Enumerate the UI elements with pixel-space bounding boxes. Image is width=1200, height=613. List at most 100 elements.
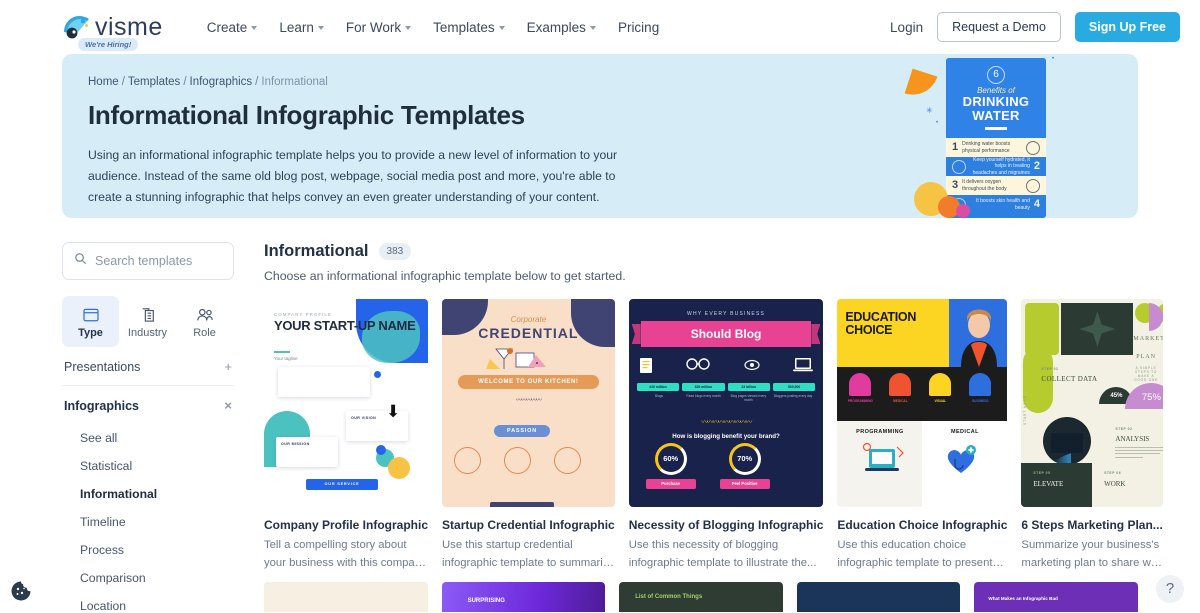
placeholder-lines — [548, 477, 588, 495]
template-card-row2-2[interactable]: SURPRISING — [441, 582, 606, 612]
benefit-number: 1 — [952, 140, 959, 153]
filter-tab-industry[interactable]: Industry — [119, 296, 176, 347]
sidebar-item-see-all[interactable]: See all — [62, 424, 234, 452]
filter-tab-type-label: Type — [78, 327, 103, 339]
template-thumbnail[interactable] — [264, 582, 428, 612]
nav-item-pricing[interactable]: Pricing — [618, 20, 659, 35]
thumb-headline: CREDENTIAL — [478, 325, 579, 341]
chevron-down-icon — [317, 26, 324, 30]
filter-sidebar: Type Industry Role — [62, 242, 234, 613]
placeholder-lines — [1115, 447, 1163, 458]
sidebar-item-informational[interactable]: Informational — [62, 480, 234, 508]
sparkle-icon: • — [1052, 56, 1055, 62]
breadcrumb-item-home[interactable]: Home — [88, 76, 119, 88]
template-card-row2-5[interactable]: What Makes an Infographic Bad — [974, 582, 1138, 612]
template-thumbnail[interactable]: Corporate CREDENTIAL WELCOME TO OUR KITC… — [442, 299, 615, 507]
template-card-necessity-of-blogging[interactable]: WHY EVERY BUSINESS Should Blog 440 milli… — [628, 299, 824, 572]
breadcrumb-separator: / — [255, 76, 259, 88]
template-thumbnail[interactable]: MARKETING PLAN A SIMPLE STEPS TO MAKE A … — [1021, 299, 1163, 507]
template-card-row2-1[interactable] — [264, 582, 428, 612]
sidebar-item-location[interactable]: Location — [62, 592, 234, 613]
benefit-number: 3 — [952, 178, 959, 191]
chevron-down-icon — [589, 26, 596, 30]
donut-chart-1: 60% — [654, 443, 687, 475]
visme-logo[interactable]: visme We're Hiring! — [62, 14, 163, 51]
nav-item-create-label: Create — [206, 19, 248, 35]
search-templates-box[interactable] — [62, 242, 234, 280]
bottle-icon — [504, 447, 532, 474]
thumb-subtitle: A SIMPLE STEPS TO MAKE A GOOD ONE — [1134, 366, 1159, 382]
template-title: Education Choice Infographic — [837, 518, 1008, 532]
breadcrumb: Home / Templates / Infographics / Informationa… — [88, 76, 636, 88]
template-thumbnail[interactable]: WHY EVERY BUSINESS Should Blog 440 milli… — [628, 299, 824, 507]
template-thumbnail[interactable]: What Makes an Infographic Bad — [974, 582, 1138, 612]
sidebar-item-timeline[interactable]: Timeline — [62, 508, 234, 536]
template-title: Startup Credential Infographic — [442, 518, 615, 532]
benefit-number: 4 — [1033, 197, 1040, 210]
dashboard-photo — [1043, 417, 1092, 465]
hiring-badge[interactable]: We're Hiring! — [78, 38, 139, 51]
cookie-settings-button[interactable] — [9, 579, 33, 603]
sidebar-section-presentations[interactable]: Presentations + — [62, 347, 234, 386]
breadcrumb-item-templates[interactable]: Templates — [128, 76, 180, 88]
building-icon — [119, 305, 176, 324]
filter-tab-type[interactable]: Type — [62, 296, 119, 347]
nav-item-examples[interactable]: Examples — [527, 20, 596, 35]
pct-light: 75% — [1125, 383, 1163, 409]
nav-item-learn[interactable]: Learn — [279, 20, 324, 35]
step-label-3: STEP 05 — [1033, 471, 1051, 475]
template-thumbnail[interactable] — [796, 582, 961, 612]
thumb-eyebrow: Corporate — [510, 315, 547, 324]
sidebar-item-comparison[interactable]: Comparison — [62, 564, 234, 592]
filter-tab-role-label: Role — [193, 327, 216, 339]
login-link[interactable]: Login — [890, 20, 923, 35]
filter-tab-role[interactable]: Role — [176, 296, 233, 347]
visme-logo-icon — [62, 14, 90, 40]
templates-main-panel: Informational 383 Choose an informationa… — [264, 242, 1163, 613]
nav-item-templates[interactable]: Templates — [433, 20, 505, 35]
template-card-startup-credential[interactable]: Corporate CREDENTIAL WELCOME TO OUR KITC… — [442, 299, 615, 572]
help-button[interactable]: ? — [1156, 575, 1184, 603]
placeholder-lines — [458, 403, 599, 421]
benefit-text: Keep yourself hydrated, it helps in trea… — [972, 157, 1030, 176]
template-title: Necessity of Blogging Infographic — [628, 518, 824, 532]
templates-grid: COMPANY PROFILE YOUR START-UP NAME Your … — [264, 299, 1163, 572]
decor-dot — [388, 457, 410, 479]
thumb-mission-label: OUR MISSION — [281, 442, 310, 446]
nav-item-for-work[interactable]: For Work — [346, 20, 412, 35]
close-icon[interactable]: × — [224, 398, 232, 413]
benefit-row-3: 3 It delivers oxygen throughout the body — [946, 176, 1046, 195]
placeholder-lines — [448, 477, 488, 495]
template-thumbnail[interactable]: EDUCATION CHOICE PROGRAMMING MEDICAL VIS… — [837, 299, 1008, 507]
template-description: Use this education choice infographic te… — [837, 539, 993, 569]
thumb-eyebrow: WHY EVERY BUSINESS — [687, 311, 766, 317]
sign-up-free-button[interactable]: Sign Up Free — [1074, 12, 1180, 42]
cookie-icon — [11, 581, 31, 601]
camera-icon — [554, 447, 582, 474]
plus-icon[interactable]: + — [224, 359, 232, 374]
breadcrumb-item-infographics[interactable]: Infographics — [190, 76, 253, 88]
breadcrumb-separator: / — [183, 76, 187, 88]
template-card-company-profile[interactable]: COMPANY PROFILE YOUR START-UP NAME Your … — [264, 299, 429, 572]
thumb-cta-button: OUR SERVICE — [306, 479, 378, 490]
hero-content: Home / Templates / Infographics / Informationa… — [62, 54, 662, 218]
search-input[interactable] — [95, 254, 222, 268]
sidebar-section-infographics[interactable]: Infographics × — [62, 386, 234, 424]
stat-label-2: Read blogs every month — [686, 394, 721, 398]
nav-item-create[interactable]: Create — [207, 20, 258, 35]
sparkle-icon: • — [936, 120, 939, 126]
template-card-row2-3[interactable]: List of Common Things — [619, 582, 783, 612]
benefit-text: It delivers oxygen throughout the body — [962, 179, 1007, 192]
sparkle-icon: ✳ — [926, 106, 933, 115]
template-thumbnail[interactable]: COMPANY PROFILE YOUR START-UP NAME Your … — [264, 299, 429, 507]
template-card-education-choice[interactable]: EDUCATION CHOICE PROGRAMMING MEDICAL VIS… — [837, 299, 1008, 572]
template-card-row2-4[interactable] — [796, 582, 961, 612]
request-demo-button[interactable]: Request a Demo — [937, 12, 1061, 42]
template-thumbnail[interactable]: List of Common Things — [619, 582, 783, 612]
template-card-6-steps-marketing-plan[interactable]: MARKETING PLAN A SIMPLE STEPS TO MAKE A … — [1021, 299, 1163, 572]
template-thumbnail[interactable]: SURPRISING — [441, 582, 606, 612]
sidebar-item-process[interactable]: Process — [62, 536, 234, 564]
template-description: Summarize your business's marketing plan… — [1021, 539, 1163, 569]
window-icon — [62, 305, 119, 324]
sidebar-item-statistical[interactable]: Statistical — [62, 452, 234, 480]
